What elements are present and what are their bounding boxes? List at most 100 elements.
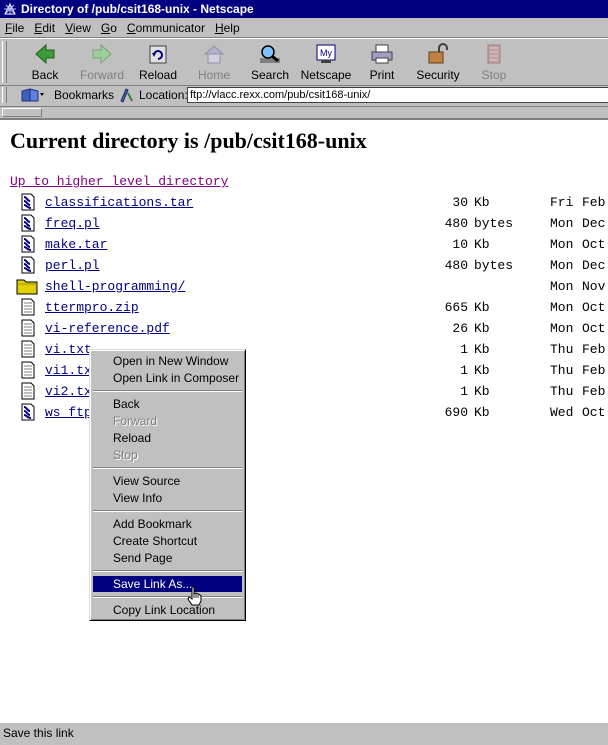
text-file-icon[interactable] (19, 340, 37, 362)
bookmarks-button[interactable]: Bookmarks (20, 87, 114, 103)
file-size-value: 480 (444, 258, 468, 273)
printer-icon (371, 44, 393, 64)
menu-view[interactable]: View (60, 21, 96, 35)
window-title-bar[interactable]: Directory of /pub/csit168-unix - Netscap… (0, 0, 608, 18)
back-label: Back (31, 68, 59, 82)
file-size-unit: Kb (474, 405, 490, 420)
file-link[interactable]: perl.pl (45, 258, 100, 273)
binary-file-icon[interactable] (19, 214, 37, 236)
location-toolbar: Bookmarks Location: ftp://vlacc.rexx.com… (0, 85, 608, 107)
back-button[interactable]: Back (17, 41, 73, 83)
file-month: Dec (582, 258, 606, 273)
search-button[interactable]: Search (242, 41, 298, 83)
forward-button[interactable]: Forward (74, 41, 130, 83)
file-day: Thu (550, 342, 574, 357)
file-size: 1 Kb (420, 384, 516, 399)
file-day: Mon (550, 216, 574, 231)
folder-icon[interactable] (16, 277, 38, 299)
my-netscape-icon: My (316, 44, 336, 63)
text-file-icon[interactable] (19, 361, 37, 383)
security-button[interactable]: Security (410, 41, 466, 83)
file-size-value: 665 (444, 300, 468, 315)
binary-file-icon[interactable] (19, 235, 37, 257)
file-link[interactable]: vi-reference.pdf (45, 321, 170, 336)
file-month: Oct (582, 321, 606, 336)
home-button[interactable]: Home (186, 41, 242, 83)
text-file-icon[interactable] (19, 319, 37, 341)
location-toolbar-grip[interactable] (2, 87, 7, 103)
netscape-button[interactable]: My Netscape (298, 41, 354, 83)
file-row: freq.pl 480 bytes Mon Dec (0, 214, 608, 234)
menu-go[interactable]: Go (96, 21, 122, 35)
ctx-open-in-composer[interactable]: Open Link in Composer (93, 370, 242, 386)
file-link[interactable]: freq.pl (45, 216, 100, 231)
ctx-add-bookmark[interactable]: Add Bookmark (93, 516, 242, 532)
file-size-value: 1 (460, 363, 468, 378)
ctx-view-info[interactable]: View Info (93, 490, 242, 506)
binary-file-icon[interactable] (19, 403, 37, 425)
menu-edit[interactable]: Edit (29, 21, 60, 35)
menu-accelerator: V (65, 21, 73, 35)
reload-button[interactable]: Reload (130, 41, 186, 83)
binary-file-icon[interactable] (19, 193, 37, 215)
file-day: Wed (550, 405, 574, 420)
text-file-icon[interactable] (19, 298, 37, 320)
file-row: make.tar 10 Kb Mon Oct (0, 235, 608, 255)
file-link[interactable]: classifications.tar (45, 195, 193, 210)
ctx-save-link-as[interactable]: Save Link As... (93, 576, 242, 592)
window-title: Directory of /pub/csit168-unix - Netscap… (21, 2, 254, 16)
file-month: Feb (582, 342, 606, 357)
ctx-create-shortcut[interactable]: Create Shortcut (93, 533, 242, 549)
ctx-forward: Forward (113, 414, 158, 428)
page-proxy-icon[interactable] (118, 87, 134, 103)
file-row: shell-programming/Mon Nov (0, 277, 608, 297)
expand-toolbar-tab[interactable] (2, 108, 42, 117)
bookmarks-label: Bookmarks (54, 88, 115, 102)
ctx-reload[interactable]: Reload (93, 430, 242, 446)
file-size (420, 279, 516, 294)
forward-label: Forward (79, 68, 124, 82)
stop-icon (487, 44, 501, 64)
file-link[interactable]: make.tar (45, 237, 107, 252)
file-size-value: 30 (452, 195, 468, 210)
file-day: Thu (550, 363, 574, 378)
file-size-unit: Kb (474, 237, 490, 252)
menu-label-rest: ile (12, 21, 25, 35)
file-size-unit: Kb (474, 342, 490, 357)
file-link[interactable]: ws_ftp (45, 405, 92, 420)
file-month: Feb (582, 195, 606, 210)
search-icon (260, 45, 280, 63)
menu-communicator[interactable]: Communicator (122, 21, 210, 35)
file-link[interactable]: shell-programming/ (45, 279, 185, 294)
ctx-copy-link-location[interactable]: Copy Link Location (93, 602, 242, 618)
menu-help[interactable]: Help (210, 21, 245, 35)
text-file-icon[interactable] (19, 382, 37, 404)
ctx-view-source[interactable]: View Source (93, 473, 242, 489)
print-button[interactable]: Print (354, 41, 410, 83)
hand-cursor-icon (187, 586, 202, 606)
security-lock-icon (428, 43, 448, 64)
menu-file[interactable]: File (0, 21, 29, 35)
ctx-open-new-window[interactable]: Open in New Window (93, 353, 242, 369)
stop-button[interactable]: Stop (466, 41, 522, 83)
file-link[interactable]: ttermpro.zip (45, 300, 139, 315)
reload-label: Reload (138, 68, 178, 82)
binary-file-icon[interactable] (19, 256, 37, 278)
file-size: 1 Kb (420, 363, 516, 378)
file-size: 10 Kb (420, 237, 516, 252)
ctx-send-page[interactable]: Send Page (93, 550, 242, 566)
up-directory-link[interactable]: Up to higher level directory (10, 174, 228, 189)
ctx-stop: Stop (113, 448, 138, 462)
bookmarks-icon (21, 88, 44, 102)
file-month: Dec (582, 216, 606, 231)
file-size: 26 Kb (420, 321, 516, 336)
file-row: perl.pl 480 bytes Mon Dec (0, 256, 608, 276)
home-label: Home (197, 68, 230, 82)
file-month: Oct (582, 405, 606, 420)
file-size-unit: Kb (474, 300, 490, 315)
location-url-input[interactable]: ftp://vlacc.rexx.com/pub/csit168-unix/ (187, 87, 608, 103)
file-link[interactable]: vi.txt (45, 342, 92, 357)
ctx-back[interactable]: Back (93, 396, 242, 412)
netscape-label: Netscape (300, 68, 352, 82)
toolbar-grip[interactable] (2, 41, 7, 83)
